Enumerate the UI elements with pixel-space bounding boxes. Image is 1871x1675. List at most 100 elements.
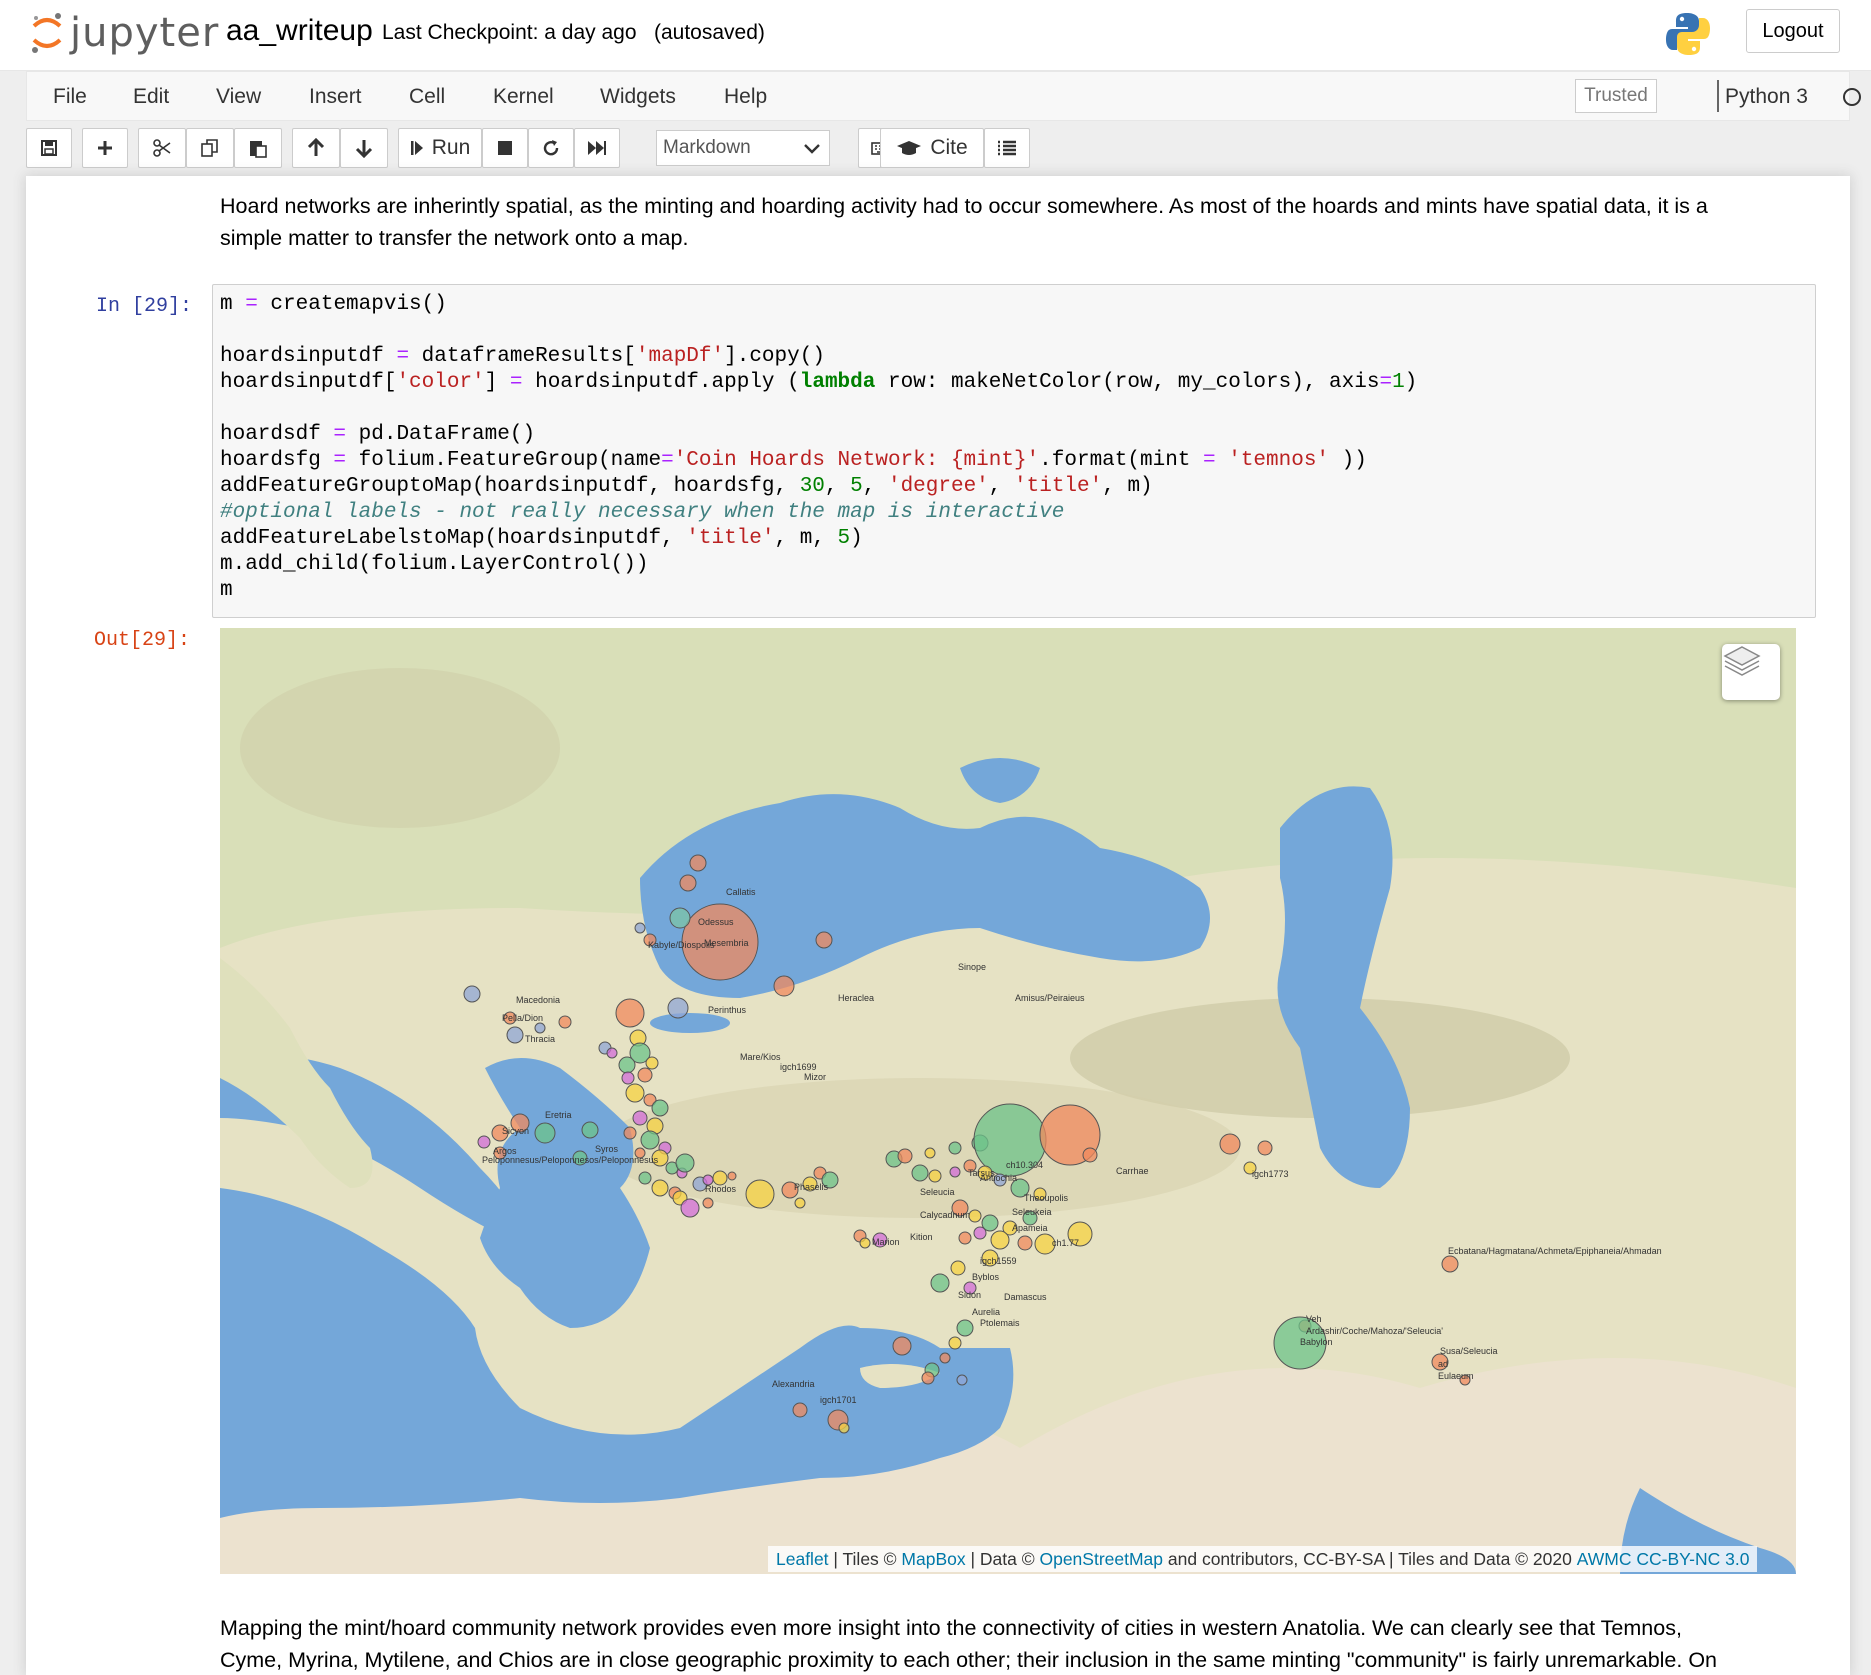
menu-edit[interactable]: Edit (133, 85, 169, 109)
hoard-marker[interactable] (506, 1026, 524, 1044)
mapbox-link[interactable]: MapBox (901, 1549, 965, 1570)
hoard-marker[interactable] (859, 1237, 871, 1249)
hoard-marker[interactable] (651, 1099, 669, 1117)
hoard-marker[interactable] (1219, 1133, 1241, 1155)
code-cell-editor[interactable]: m = createmapvis() hoardsinputdf = dataf… (212, 284, 1816, 618)
code-line: addFeatureGrouptoMap(hoardsinputdf, hoar… (220, 475, 1153, 498)
hoard-marker[interactable] (939, 1352, 951, 1364)
hoard-marker[interactable] (950, 1260, 966, 1276)
hoard-marker[interactable] (632, 1110, 648, 1126)
logout-button[interactable]: Logout (1746, 9, 1840, 53)
copy-button[interactable] (186, 128, 234, 168)
hoard-marker[interactable] (958, 1231, 972, 1245)
arrow-down-icon (355, 140, 373, 158)
hoard-marker[interactable] (838, 1422, 850, 1434)
hoard-marker[interactable] (897, 1148, 913, 1164)
hoard-marker[interactable] (477, 1135, 491, 1149)
hoard-marker[interactable] (948, 1141, 962, 1155)
hoard-marker[interactable] (637, 1067, 653, 1083)
hoard-marker[interactable] (745, 1179, 775, 1209)
hoard-marker[interactable] (794, 1197, 806, 1209)
osm-link[interactable]: OpenStreetMap (1039, 1549, 1163, 1570)
insert-cell-button[interactable] (82, 128, 128, 168)
hoard-marker[interactable] (968, 1209, 982, 1223)
trusted-indicator[interactable]: Trusted (1575, 79, 1657, 113)
hoard-marker[interactable] (1441, 1255, 1459, 1273)
menu-widgets[interactable]: Widgets (600, 85, 676, 109)
toc-button[interactable] (984, 128, 1030, 168)
restart-run-all-button[interactable] (574, 128, 620, 168)
cite-button[interactable]: Cite (880, 128, 984, 168)
cut-button[interactable] (138, 128, 186, 168)
move-down-button[interactable] (340, 128, 388, 168)
hoard-marker[interactable] (606, 1047, 618, 1059)
hoard-marker[interactable] (625, 1083, 645, 1103)
hoard-marker[interactable] (1257, 1140, 1273, 1156)
save-button[interactable] (26, 128, 72, 168)
menu-kernel[interactable]: Kernel (493, 85, 554, 109)
hoard-marker[interactable] (623, 1126, 637, 1140)
menu-file[interactable]: File (53, 85, 87, 109)
hoard-marker[interactable] (645, 1056, 659, 1070)
hoard-marker[interactable] (930, 1273, 950, 1293)
hoard-marker[interactable] (956, 1374, 968, 1386)
run-button[interactable]: Run (398, 128, 482, 168)
hoard-marker[interactable] (618, 1056, 636, 1074)
jupyter-logo[interactable]: jupyter (30, 8, 219, 58)
hoard-marker[interactable] (911, 1164, 929, 1182)
hoard-marker[interactable] (892, 1336, 912, 1356)
hoard-marker[interactable] (990, 1230, 1010, 1250)
hoard-marker[interactable] (949, 1166, 961, 1178)
menu-insert[interactable]: Insert (309, 85, 362, 109)
hoard-marker[interactable] (956, 1319, 974, 1337)
save-icon (41, 140, 57, 156)
hoard-marker[interactable] (948, 1336, 962, 1350)
layer-control-button[interactable] (1722, 644, 1780, 700)
hoard-marker[interactable] (679, 874, 697, 892)
menu-cell[interactable]: Cell (409, 85, 445, 109)
hoard-marker[interactable] (1017, 1235, 1033, 1251)
hoard-marker[interactable] (558, 1015, 572, 1029)
hoard-marker[interactable] (928, 1169, 942, 1183)
hoard-marker[interactable] (792, 1402, 808, 1418)
cell-type-select[interactable]: Markdown (656, 130, 830, 166)
kernel-name[interactable]: Python 3 (1725, 85, 1808, 109)
hoard-marker[interactable] (675, 1153, 695, 1173)
awmc-link[interactable]: AWMC CC-BY-NC 3.0 (1577, 1549, 1750, 1570)
hoard-marker[interactable] (973, 1226, 987, 1240)
hoard-marker[interactable] (702, 1197, 714, 1209)
hoard-marker[interactable] (921, 1371, 935, 1385)
hoard-marker[interactable] (667, 997, 689, 1019)
hoard-marker[interactable] (689, 854, 707, 872)
hoard-marker[interactable] (815, 931, 833, 949)
restart-button[interactable] (528, 128, 574, 168)
menu-help[interactable]: Help (724, 85, 767, 109)
fast-forward-icon (588, 141, 606, 155)
hoard-marker[interactable] (727, 1171, 737, 1181)
hoard-marker[interactable] (669, 907, 691, 929)
hoard-marker[interactable] (712, 1170, 728, 1186)
notebook-name[interactable]: aa_writeup (226, 14, 373, 48)
hoard-marker[interactable] (534, 1022, 546, 1034)
interrupt-button[interactable] (482, 128, 528, 168)
move-up-button[interactable] (292, 128, 340, 168)
markdown-cell-2[interactable]: Mapping the mint/hoard community network… (220, 1612, 1840, 1675)
leaflet-link[interactable]: Leaflet (776, 1549, 829, 1570)
hoard-marker[interactable] (1082, 1147, 1098, 1163)
hoard-marker[interactable] (680, 1198, 700, 1218)
hoard-marker[interactable] (638, 1171, 652, 1185)
hoard-marker[interactable] (924, 1147, 936, 1159)
hoard-marker[interactable] (534, 1122, 556, 1144)
hoard-marker[interactable] (581, 1121, 599, 1139)
hoard-marker[interactable] (640, 1130, 660, 1150)
paste-button[interactable] (234, 128, 282, 168)
hoard-marker[interactable] (621, 1071, 635, 1085)
markdown-cell-1[interactable]: Hoard networks are inherintly spatial, a… (220, 190, 1840, 254)
hoard-marker[interactable] (463, 985, 481, 1003)
hoard-marker[interactable] (615, 998, 645, 1028)
menu-view[interactable]: View (216, 85, 261, 109)
hoard-marker[interactable] (634, 922, 646, 934)
leaflet-map[interactable]: Callatis Odessus Mesembria Kabyle/Diospolis… (220, 628, 1796, 1574)
hoard-marker[interactable] (773, 975, 795, 997)
hoard-marker[interactable] (651, 1179, 669, 1197)
